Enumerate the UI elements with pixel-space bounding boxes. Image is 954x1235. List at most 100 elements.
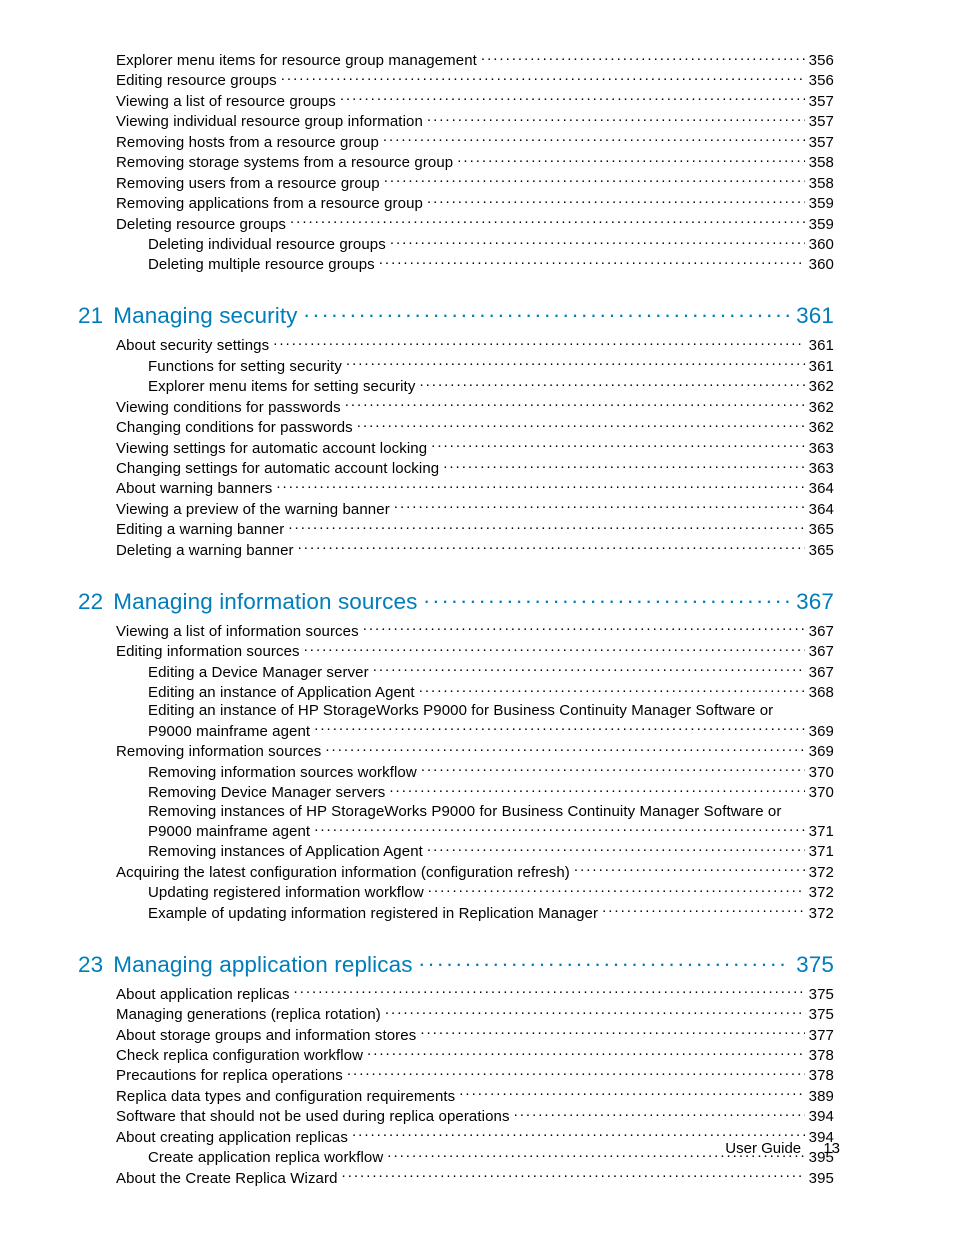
toc-entry-page: 358 [809,154,834,172]
toc-entry-page: 364 [809,501,834,519]
toc-entry[interactable]: Editing information sources367 [78,641,834,661]
toc-entry[interactable]: Removing applications from a resource gr… [78,193,834,213]
toc-entry[interactable]: Functions for setting security361 [78,356,834,376]
leader-dots [421,762,805,777]
chapter-title: Managing application replicas [113,952,412,978]
toc-entry[interactable]: Removing users from a resource group358 [78,173,834,193]
leader-dots [345,397,805,412]
leader-dots [290,214,805,229]
toc-entry[interactable]: Updating registered information workflow… [78,882,834,902]
toc-entry-page: 359 [809,195,834,213]
toc-entry[interactable]: Viewing a list of information sources367 [78,621,834,641]
toc-entry[interactable]: Viewing individual resource group inform… [78,111,834,131]
toc-entry-text: About application replicas [116,986,290,1004]
toc-entry[interactable]: Removing instances of Application Agent3… [78,841,834,861]
toc-entry-page: 371 [809,823,834,841]
toc-entry-text: P9000 mainframe agent [148,823,310,841]
toc-entry[interactable]: Deleting a warning banner365 [78,540,834,560]
toc-entry[interactable]: Viewing settings for automatic account l… [78,438,834,458]
toc-entry-page: 359 [809,216,834,234]
leader-dots [273,335,804,350]
toc-entry[interactable]: Removing information sources369 [78,741,834,761]
leader-dots [419,949,791,972]
footer-page-number: 13 [823,1140,840,1157]
toc-entry-page: 370 [809,764,834,782]
toc-section-21: About security settings361Functions for … [78,335,834,560]
toc-entry-page: 375 [809,986,834,1004]
leader-dots [383,132,805,147]
toc-entry-page: 372 [809,884,834,902]
toc-entry[interactable]: About storage groups and information sto… [78,1025,834,1045]
toc-entry[interactable]: About security settings361 [78,335,834,355]
toc-entry[interactable]: Viewing conditions for passwords362 [78,397,834,417]
toc-entry[interactable]: Changing conditions for passwords362 [78,417,834,437]
toc-entry[interactable]: Editing an instance of Application Agent… [78,682,834,702]
toc-entry[interactable]: Removing storage systems from a resource… [78,152,834,172]
toc-entry[interactable]: Viewing a list of resource groups357 [78,91,834,111]
toc-entry-page: 363 [809,440,834,458]
leader-dots [288,519,804,534]
toc-entry[interactable]: Check replica configuration workflow378 [78,1045,834,1065]
toc-entry[interactable]: Editing a Device Manager server367 [78,662,834,682]
toc-entry[interactable]: Viewing a preview of the warning banner3… [78,499,834,519]
toc-entry[interactable]: Create application replica workflow395 [78,1147,834,1167]
toc-entry-page: 372 [809,864,834,882]
toc-entry-text: Viewing settings for automatic account l… [116,440,427,458]
toc-entry[interactable]: Removing hosts from a resource group357 [78,132,834,152]
leader-dots [423,586,790,609]
toc-chapter-23[interactable]: 23 Managing application replicas 375 [78,949,834,978]
leader-dots [420,1025,804,1040]
toc-entry[interactable]: Managing generations (replica rotation)3… [78,1004,834,1024]
toc-entry[interactable]: Acquiring the latest configuration infor… [78,862,834,882]
toc-entry-text: Editing a warning banner [116,521,284,539]
toc-entry[interactable]: Editing an instance of HP StorageWorks P… [78,702,834,741]
toc-entry-text: Removing applications from a resource gr… [116,195,423,213]
toc-entry-text: Explorer menu items for setting security [148,378,415,396]
toc-entry[interactable]: Software that should not be used during … [78,1106,834,1126]
toc-entry-text: Check replica configuration workflow [116,1047,363,1065]
toc-entry[interactable]: Deleting resource groups359 [78,214,834,234]
toc-entry-text: Editing an instance of HP StorageWorks P… [148,702,834,720]
toc-entry-page: 356 [809,52,834,70]
toc-entry-page: 367 [809,623,834,641]
toc-entry[interactable]: Removing Device Manager servers370 [78,782,834,802]
toc-entry[interactable]: About warning banners364 [78,478,834,498]
toc-entry[interactable]: Removing information sources workflow370 [78,762,834,782]
toc-entry[interactable]: Editing a warning banner365 [78,519,834,539]
toc-entry-text: Deleting individual resource groups [148,236,386,254]
toc-entry[interactable]: Deleting individual resource groups360 [78,234,834,254]
toc-entry[interactable]: Editing resource groups356 [78,70,834,90]
toc-entry[interactable]: Replica data types and configuration req… [78,1086,834,1106]
toc-entry[interactable]: Explorer menu items for resource group m… [78,50,834,70]
toc-entry-page: 369 [809,723,834,741]
toc-entry[interactable]: Removing instances of HP StorageWorks P9… [78,803,834,842]
toc-entry-text: Managing generations (replica rotation) [116,1006,381,1024]
leader-dots [574,862,805,877]
leader-dots [427,111,805,126]
toc-chapter-21[interactable]: 21 Managing security 361 [78,301,834,330]
chapter-page: 361 [796,303,834,329]
toc-entry[interactable]: Changing settings for automatic account … [78,458,834,478]
leader-dots [602,903,805,918]
leader-dots [347,1065,805,1080]
toc-entry-text: Example of updating information register… [148,905,598,923]
toc-chapter-22[interactable]: 22 Managing information sources 367 [78,586,834,615]
toc-entry-page: 394 [809,1108,834,1126]
toc-entry[interactable]: Deleting multiple resource groups360 [78,254,834,274]
leader-dots [431,438,805,453]
toc-entry-page: 369 [809,743,834,761]
toc-entry[interactable]: Example of updating information register… [78,903,834,923]
toc-entry-text: Explorer menu items for resource group m… [116,52,477,70]
toc-entry-page: 357 [809,113,834,131]
toc-entry[interactable]: Precautions for replica operations378 [78,1065,834,1085]
toc-entry-text: Removing storage systems from a resource… [116,154,453,172]
toc-entry[interactable]: About creating application replicas394 [78,1127,834,1147]
toc-entry-text: Editing information sources [116,643,300,661]
toc-entry[interactable]: Explorer menu items for setting security… [78,376,834,396]
toc-entry[interactable]: About application replicas 375 [78,984,834,1004]
toc-entry-text: About warning banners [116,480,272,498]
toc-entry[interactable]: About the Create Replica Wizard395 [78,1168,834,1188]
toc-entry-page: 389 [809,1088,834,1106]
leader-dots [428,882,805,897]
toc-entry-text: About creating application replicas [116,1129,348,1147]
